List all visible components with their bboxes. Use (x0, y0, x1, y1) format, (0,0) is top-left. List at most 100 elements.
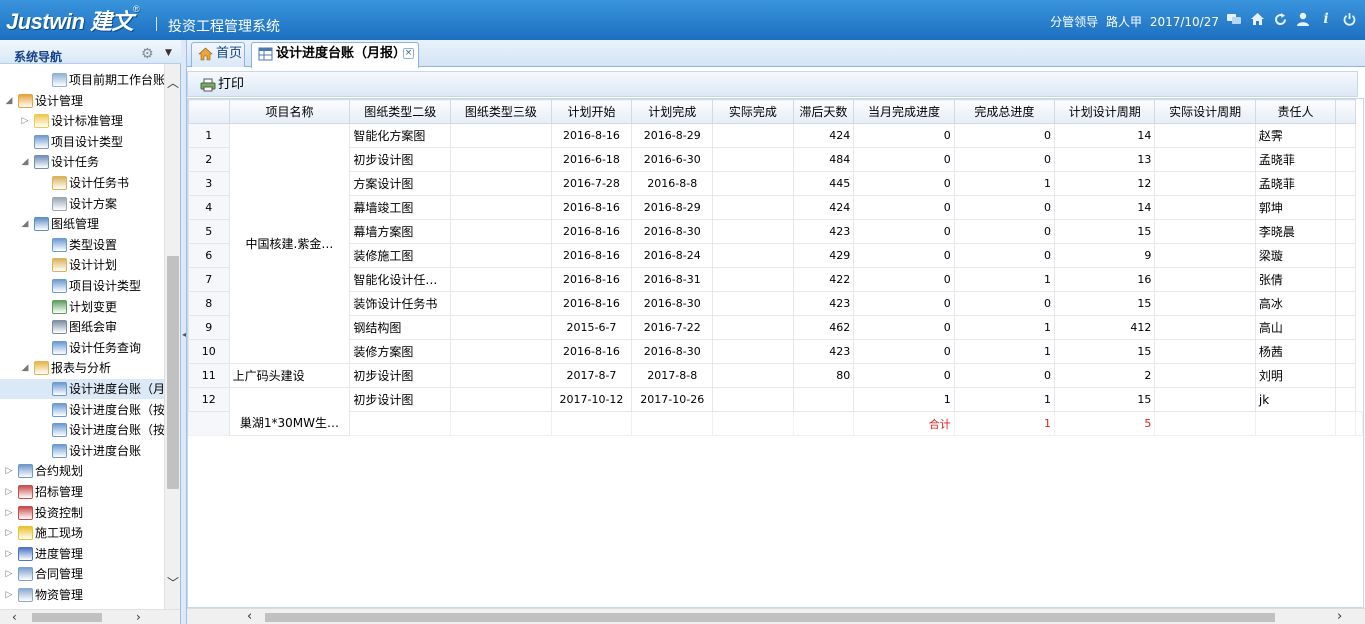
table-row[interactable]: 11 上广码头建设 初步设计图 2017-8-7 2017-8-8 80 0 0 2 刘明 (188, 363, 1363, 388)
cell-actual[interactable] (712, 171, 794, 196)
cell-month[interactable]: 0 (853, 291, 955, 316)
cell-end[interactable]: 2016-8-8 (631, 171, 714, 196)
cell-end[interactable]: 2017-8-8 (631, 363, 714, 388)
cell-actual-cycle[interactable] (1154, 195, 1256, 220)
column-header-total-progress[interactable]: 完成总进度 (953, 99, 1055, 124)
sidebar-item[interactable]: 设计方案 (0, 194, 164, 214)
cell-actual[interactable] (712, 219, 794, 244)
table-row[interactable]: 1 中国核建.紫金… 智能化方案图 2016-8-16 2016-8-29 424 0 0 14… (188, 123, 1363, 364)
project-name-cell[interactable]: 上广码头建设 (228, 363, 351, 388)
sidebar-item[interactable]: ◢ 报表与分析 (0, 358, 164, 378)
collapse-arrow-icon[interactable]: ◢ (20, 358, 30, 378)
table-row[interactable]: 2 初步设计图 2016-6-18 2016-6-30 484 0 0 13 孟晓菲 (188, 147, 1363, 172)
cell-type3[interactable] (450, 147, 552, 172)
cell-owner[interactable]: 高山 (1254, 315, 1337, 340)
cell-plan-cycle[interactable]: 15 (1053, 387, 1156, 412)
cell-lag[interactable]: 462 (792, 315, 855, 340)
cell-type3[interactable] (450, 339, 552, 364)
table-row[interactable]: 9 钢结构图 2015-6-7 2016-7-22 462 0 1 412 高山 (188, 315, 1363, 340)
scroll-right-icon[interactable]: › (136, 610, 141, 624)
cell-actual[interactable] (712, 339, 794, 364)
cell-owner[interactable]: 高冰 (1254, 291, 1337, 316)
sidebar-item[interactable]: 项目设计类型 (0, 132, 164, 152)
collapse-arrow-icon[interactable]: ◢ (4, 91, 14, 111)
cell-month[interactable]: 0 (853, 171, 955, 196)
cell-month[interactable]: 0 (853, 315, 955, 340)
cell-type2[interactable]: 智能化设计任… (349, 267, 452, 292)
cell-plan-cycle[interactable]: 16 (1053, 267, 1156, 292)
column-header-project[interactable]: 项目名称 (228, 99, 351, 124)
expand-arrow-icon[interactable]: ▷ (4, 461, 14, 481)
cell-plan-cycle[interactable]: 14 (1053, 123, 1156, 148)
expand-arrow-icon[interactable]: ▷ (4, 482, 14, 502)
sidebar-item[interactable]: ▷ 设计标准管理 (0, 111, 164, 131)
table-horizontal-scrollbar[interactable]: ‹ › (187, 608, 1365, 624)
cell-total[interactable]: 1 (953, 267, 1055, 292)
cell-end[interactable]: 2016-8-30 (631, 219, 714, 244)
project-name-cell[interactable]: 中国核建.紫金… (228, 123, 351, 364)
cell-total[interactable]: 1 (953, 315, 1055, 340)
cell-type3[interactable] (450, 267, 552, 292)
cell-actual[interactable] (712, 315, 794, 340)
scroll-thumb[interactable] (265, 613, 1275, 622)
cell-type2[interactable]: 幕墙竣工图 (349, 195, 452, 220)
cell-start[interactable]: 2016-7-28 (550, 171, 633, 196)
collapse-arrow-icon[interactable]: ◢ (20, 214, 30, 234)
close-icon[interactable]: × (403, 48, 414, 59)
cell-total[interactable]: 0 (953, 243, 1055, 268)
cell-start[interactable]: 2016-8-16 (550, 123, 633, 148)
info-icon[interactable]: i (1318, 11, 1334, 27)
cell-month[interactable]: 0 (853, 243, 955, 268)
cell-actual-cycle[interactable] (1154, 291, 1256, 316)
sidebar-item[interactable]: ▷ 物资管理 (0, 585, 164, 605)
cell-actual-cycle[interactable] (1154, 315, 1256, 340)
expand-arrow-icon[interactable]: ▷ (4, 564, 14, 584)
cell-actual[interactable] (712, 267, 794, 292)
cell-actual-cycle[interactable] (1154, 243, 1256, 268)
gear-icon[interactable]: ⚙ (141, 46, 154, 62)
cell-actual[interactable] (712, 147, 794, 172)
sidebar-item[interactable]: 计划变更 (0, 297, 164, 317)
scroll-left-icon[interactable]: ‹ (247, 609, 252, 624)
cell-total[interactable]: 0 (953, 123, 1055, 148)
cell-start[interactable]: 2017-8-7 (550, 363, 633, 388)
column-header-plan-cycle[interactable]: 计划设计周期 (1053, 99, 1156, 124)
column-header-lag-days[interactable]: 滞后天数 (792, 99, 855, 124)
table-row[interactable]: 5 幕墙方案图 2016-8-16 2016-8-30 423 0 0 15 李晓晨 (188, 219, 1363, 244)
cell-start[interactable]: 2016-8-16 (550, 219, 633, 244)
sidebar-item[interactable]: ◢ 图纸管理 (0, 214, 164, 234)
sidebar-item[interactable]: ▷ 投资控制 (0, 503, 164, 523)
cell-owner[interactable]: 李晓晨 (1254, 219, 1337, 244)
cell-start[interactable]: 2016-8-16 (550, 291, 633, 316)
sidebar-item[interactable]: 设计进度台账 (0, 441, 164, 461)
cell-lag[interactable]: 424 (792, 123, 855, 148)
cell-actual[interactable] (712, 291, 794, 316)
cell-type3[interactable] (450, 123, 552, 148)
sidebar-item[interactable]: ▷ 施工现场 (0, 523, 164, 543)
cell-plan-cycle[interactable]: 15 (1053, 339, 1156, 364)
cell-lag[interactable]: 423 (792, 339, 855, 364)
chevron-down-icon[interactable]: ▼ (165, 48, 172, 58)
column-header-type2[interactable]: 图纸类型二级 (349, 99, 452, 124)
expand-arrow-icon[interactable]: ▷ (4, 503, 14, 523)
cell-lag[interactable]: 423 (792, 291, 855, 316)
table-row[interactable]: 8 装饰设计任务书 2016-8-16 2016-8-30 423 0 0 15 高冰 (188, 291, 1363, 316)
cell-type2[interactable]: 初步设计图 (349, 147, 452, 172)
cell-lag[interactable]: 423 (792, 219, 855, 244)
cell-type3[interactable] (450, 363, 552, 388)
cell-total[interactable]: 0 (953, 291, 1055, 316)
cell-month[interactable]: 0 (853, 195, 955, 220)
cell-total[interactable]: 0 (953, 219, 1055, 244)
cell-actual[interactable] (712, 243, 794, 268)
collapse-arrow-icon[interactable]: ◂ (182, 330, 186, 339)
cell-total[interactable]: 0 (953, 195, 1055, 220)
column-header-plan-start[interactable]: 计划开始 (550, 99, 633, 124)
collapse-arrow-icon[interactable]: ◢ (20, 152, 30, 172)
cell-type2[interactable]: 装修方案图 (349, 339, 452, 364)
cell-actual[interactable] (712, 195, 794, 220)
cell-month[interactable]: 1 (853, 387, 955, 412)
cell-lag[interactable] (792, 387, 855, 412)
project-name-cell[interactable]: 巢湖1*30MW生… (228, 387, 351, 436)
cell-type2[interactable]: 钢结构图 (349, 315, 452, 340)
cell-type2[interactable]: 方案设计图 (349, 171, 452, 196)
